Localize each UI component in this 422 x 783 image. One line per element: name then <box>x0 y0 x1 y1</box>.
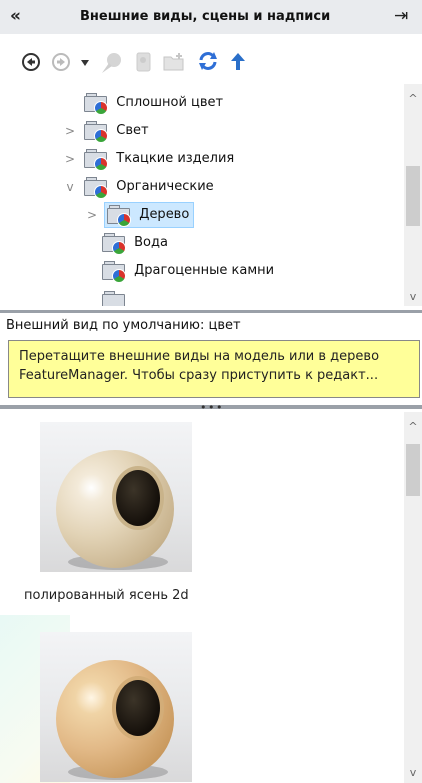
default-appearance-label: Внешний вид по умолчанию: цвет <box>6 318 241 333</box>
tree-item-label: Сплошной цвет <box>116 95 224 110</box>
tree-item-water[interactable]: Вода <box>100 230 168 256</box>
add-appearance-icon[interactable] <box>100 51 124 75</box>
new-folder-icon[interactable] <box>162 51 186 73</box>
panel-header: « Внешние виды, сцены и надписи ⇥ <box>0 0 422 35</box>
tree-item-label: Дерево <box>139 207 190 222</box>
ball-opening <box>112 676 164 740</box>
hint-tooltip: Перетащите внешние виды на модель или в … <box>8 340 420 398</box>
appearance-gallery: полированный ясень 2d <box>0 410 404 783</box>
tree-item-selection: Дерево <box>104 202 195 228</box>
gallery-scrollbar-thumb[interactable] <box>406 444 420 496</box>
appearance-tree: Сплошной цвет > Свет > Ткацкие изделия v… <box>0 82 404 306</box>
forward-icon[interactable] <box>52 53 70 71</box>
folder-icon <box>105 204 132 227</box>
hint-line-1: Перетащите внешние виды на модель или в … <box>19 349 380 364</box>
folder-icon <box>100 232 126 255</box>
folder-icon <box>82 120 109 143</box>
chevron-right-icon[interactable]: > <box>62 146 78 172</box>
panel-title: Внешние виды, сцены и надписи <box>80 9 331 24</box>
tree-item-gemstones[interactable]: Драгоценные камни <box>100 258 274 284</box>
folder-icon <box>100 260 126 283</box>
tree-item-label: Вода <box>134 235 168 250</box>
pin-icon[interactable]: ⇥ <box>394 6 408 26</box>
hint-line-2: FeatureManager. Чтобы сразу приступить к… <box>19 368 379 383</box>
tree-item-label: Органические <box>116 179 214 194</box>
toolbar <box>0 34 422 82</box>
tree-item-wood[interactable]: > Дерево <box>84 202 195 228</box>
appearance-caption: полированный ясень 2d <box>24 588 189 603</box>
appearance-thumbnail[interactable] <box>40 422 192 572</box>
up-folder-icon[interactable] <box>230 52 246 72</box>
refresh-icon[interactable] <box>196 49 220 73</box>
tree-item-label: Драгоценные камни <box>134 263 275 278</box>
ball-opening <box>112 466 164 530</box>
collapse-panel-icon[interactable]: « <box>10 6 21 26</box>
folder-icon <box>82 148 109 171</box>
tree-scrollbar-thumb[interactable] <box>406 166 420 226</box>
scroll-down-icon[interactable]: v <box>404 290 422 303</box>
folder-icon <box>82 92 109 115</box>
scroll-up-icon[interactable]: ^ <box>404 92 422 105</box>
chevron-right-icon[interactable]: > <box>84 202 100 228</box>
back-icon[interactable] <box>22 53 40 71</box>
chevron-down-icon[interactable]: v <box>62 174 78 200</box>
folder-icon <box>100 290 126 306</box>
tree-item-partial[interactable] <box>100 288 126 306</box>
tree-item-label: Свет <box>116 123 149 138</box>
generate-icon[interactable] <box>132 50 156 74</box>
chevron-right-icon[interactable]: > <box>62 118 78 144</box>
tree-item-label: Ткацкие изделия <box>116 151 235 166</box>
scroll-down-icon[interactable]: v <box>404 766 422 779</box>
tree-item-light[interactable]: > Свет <box>62 118 149 144</box>
tree-item-textiles[interactable]: > Ткацкие изделия <box>62 146 234 172</box>
folder-icon <box>82 176 109 199</box>
tree-divider[interactable] <box>0 310 422 313</box>
tree-item-solid-color[interactable]: Сплошной цвет <box>62 90 223 116</box>
appearance-thumbnail[interactable] <box>40 632 192 782</box>
dropdown-arrow-icon[interactable] <box>80 59 90 67</box>
scroll-up-icon[interactable]: ^ <box>404 420 422 433</box>
tree-item-organic[interactable]: v Органические <box>62 174 214 200</box>
